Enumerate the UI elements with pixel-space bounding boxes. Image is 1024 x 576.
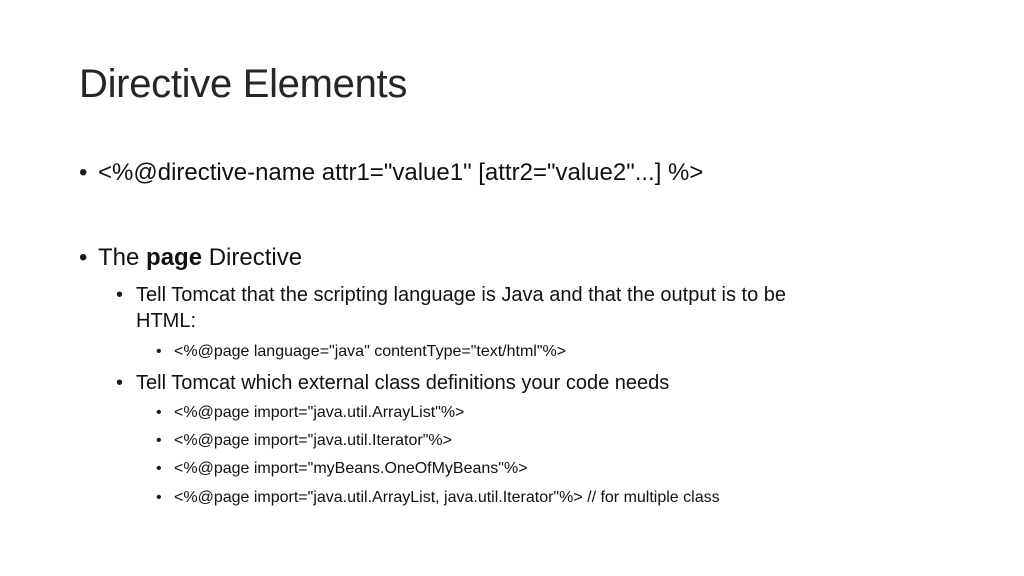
directive-syntax-text: <%@directive-name attr1="value1" [attr2=… (98, 159, 704, 186)
slide-content: • <%@directive-name attr1="value1" [attr… (0, 0, 1024, 576)
slide: Directive Elements • <%@directive-name a… (0, 0, 1024, 576)
page-directive-bold: page (146, 244, 203, 271)
bullet-marker: • (156, 489, 162, 506)
page-directive-suffix: Directive (202, 244, 303, 271)
page-directive-heading: The page Directive (98, 243, 302, 273)
import-arraylist-example: <%@page import="java.util.ArrayList"%> (174, 404, 465, 421)
import-mybeans-example: <%@page import="myBeans.OneOfMyBeans"%> (174, 460, 528, 477)
bullet-marker: • (116, 372, 124, 394)
class-definitions-text: Tell Tomcat which external class definit… (136, 372, 670, 394)
bullet-marker: • (79, 159, 88, 186)
import-multiple-example: <%@page import="java.util.ArrayList, jav… (174, 489, 720, 506)
bullet-marker: • (156, 460, 162, 477)
language-output-text-line2: HTML: (136, 310, 196, 332)
import-iterator-example: <%@page import="java.util.Iterator"%> (174, 432, 452, 449)
language-directive-example: <%@page language="java" contentType="tex… (174, 343, 567, 360)
bullet-marker: • (156, 432, 162, 449)
bullet-marker: • (116, 284, 124, 306)
bullet-marker: • (156, 404, 162, 421)
language-output-text-line1: Tell Tomcat that the scripting language … (136, 284, 787, 306)
page-directive-prefix: The (98, 244, 147, 271)
bullet-marker: • (156, 343, 162, 360)
bullet-marker: • (79, 244, 88, 271)
